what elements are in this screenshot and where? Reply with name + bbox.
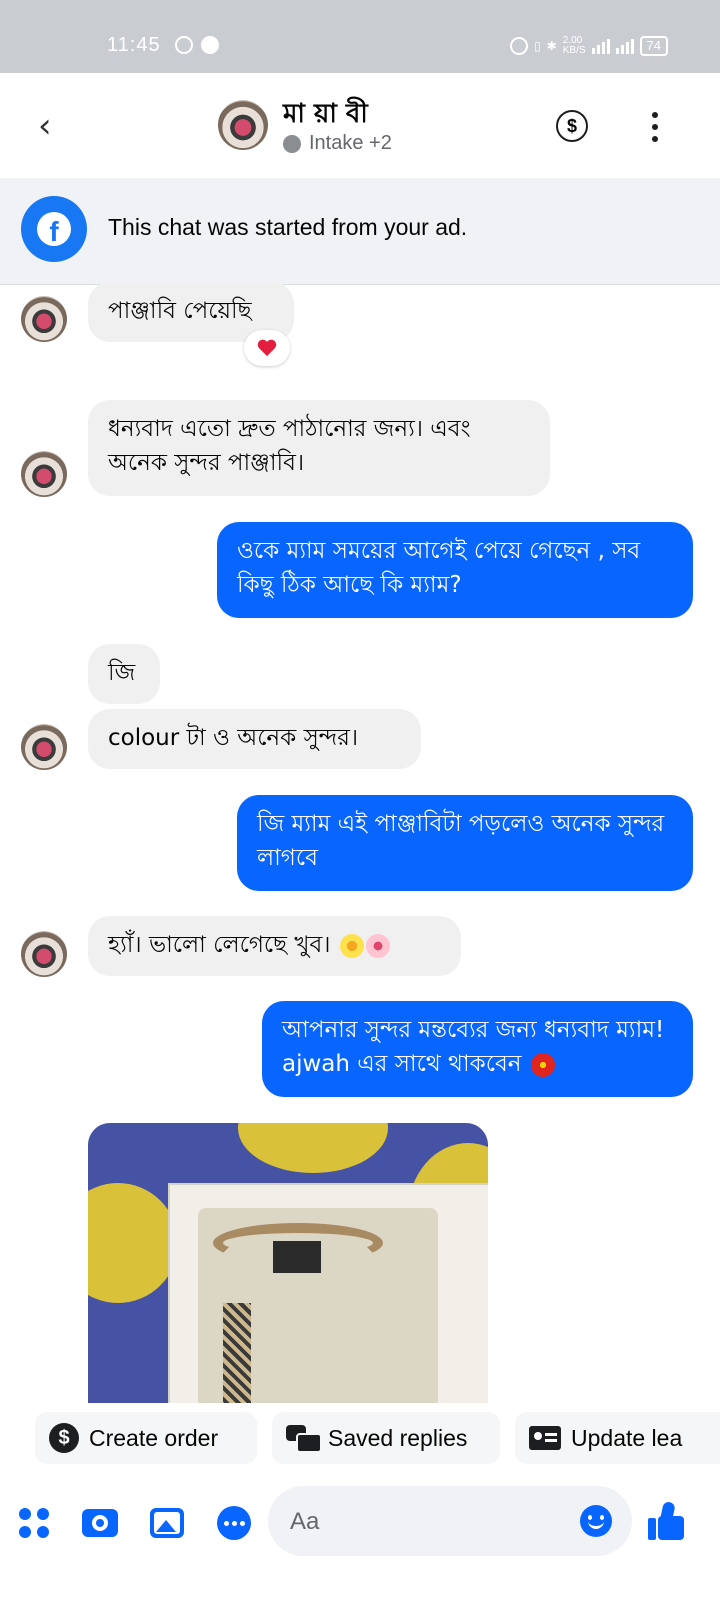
back-button[interactable]: ‹ — [38, 109, 52, 143]
apps-menu-icon[interactable] — [16, 1505, 52, 1541]
incoming-message[interactable]: জি — [88, 644, 160, 704]
heart-reaction[interactable] — [244, 330, 290, 366]
message-text: colour টা ও অনেক সুন্দর। — [108, 725, 359, 751]
message-field[interactable] — [268, 1486, 632, 1558]
embroidered-placket — [223, 1303, 251, 1403]
chat-bubble-icon[interactable] — [216, 1505, 252, 1541]
sync-icon — [175, 36, 193, 54]
battery-icon: 74 — [639, 36, 668, 56]
signal-icon-1 — [591, 38, 610, 54]
saved-replies-button[interactable]: Saved replies — [272, 1412, 500, 1464]
heart-icon — [258, 340, 276, 356]
hibiscus-emoji-icon — [530, 1052, 555, 1077]
gallery-icon[interactable] — [149, 1505, 185, 1541]
sender-avatar[interactable] — [21, 451, 67, 497]
network-speed: 2.00 KB/S — [562, 35, 586, 56]
payment-button[interactable]: $ — [556, 110, 588, 142]
vibrate-icon: ▯ — [534, 39, 541, 53]
messenger-icon — [201, 36, 219, 54]
status-notification-icons — [175, 36, 219, 54]
update-lead-button[interactable]: Update lea — [515, 1412, 720, 1464]
outgoing-message[interactable]: ওকে ম্যাম সময়ের আগেই পেয়ে গেছেন , সব ক… — [217, 522, 693, 618]
message-text: ধন্যবাদ এতো দ্রুত পাঠানোর জন্য। এবং অনেক… — [108, 416, 471, 476]
message-text: জি ম্যাম এই পাঞ্জাবিটা পড়লেও অনেক সুন্দ… — [257, 811, 665, 871]
chip-label: Saved replies — [328, 1424, 468, 1451]
status-time: 11:45 — [107, 34, 161, 56]
outgoing-message[interactable]: আপনার সুন্দর মন্তব্যের জন্য ধন্যবাদ ম্যা… — [262, 1001, 693, 1097]
message-text: হ্যাঁ। ভালো লেগেছে খুব। — [108, 932, 331, 958]
cherry-blossom-emoji-icon — [365, 933, 390, 958]
emoji-icon[interactable] — [580, 1505, 612, 1537]
fabric-pattern — [238, 1123, 388, 1173]
message-text: আপনার সুন্দর মন্তব্যের জন্য ধন্যবাদ ম্যা… — [282, 1017, 665, 1077]
dollar-icon: $ — [49, 1423, 79, 1453]
message-input[interactable] — [288, 1486, 562, 1558]
facebook-logo-icon: f — [21, 196, 87, 262]
sender-avatar[interactable] — [21, 724, 67, 770]
contact-status[interactable]: Intake +2 — [283, 132, 392, 155]
message-text: ওকে ম্যাম সময়ের আগেই পেয়ে গেছেন , সব ক… — [237, 538, 641, 598]
fabric-pattern — [88, 1183, 178, 1303]
sender-avatar[interactable] — [21, 296, 67, 342]
outgoing-message[interactable]: জি ম্যাম এই পাঞ্জাবিটা পড়লেও অনেক সুন্দ… — [237, 795, 693, 891]
chip-label: Update lea — [571, 1424, 683, 1451]
incoming-message[interactable]: হ্যাঁ। ভালো লেগেছে খুব। — [88, 916, 461, 976]
message-text: পাঞ্জাবি পেয়েছি — [108, 298, 252, 324]
saved-replies-icon — [286, 1425, 322, 1453]
photo-message[interactable] — [88, 1123, 488, 1403]
bluetooth-icon: ✱ — [546, 39, 557, 53]
create-order-button[interactable]: $ Create order — [35, 1412, 257, 1464]
alarm-icon — [510, 37, 529, 55]
message-text: জি — [108, 660, 136, 686]
contact-name[interactable]: মা য়া বী — [283, 93, 368, 137]
status-dot-icon — [283, 134, 301, 153]
chip-label: Create order — [89, 1424, 219, 1451]
more-options-button[interactable] — [650, 112, 660, 142]
incoming-message[interactable]: colour টা ও অনেক সুন্দর। — [88, 709, 421, 769]
thumbs-up-icon[interactable] — [648, 1500, 684, 1540]
status-bar: 11:45 ▯ ✱ 2.00 KB/S 74 — [0, 0, 720, 73]
status-right-icons: ▯ ✱ 2.00 KB/S 74 — [510, 36, 668, 56]
signal-icon-2 — [615, 38, 634, 54]
brand-label — [273, 1241, 321, 1273]
blossom-emoji-icon — [339, 933, 364, 958]
ad-banner-text: This chat was started from your ad. — [108, 214, 468, 240]
camera-icon[interactable] — [82, 1505, 118, 1541]
incoming-message[interactable]: ধন্যবাদ এতো দ্রুত পাঠানোর জন্য। এবং অনেক… — [88, 400, 550, 496]
contact-card-icon — [529, 1426, 561, 1450]
sender-avatar[interactable] — [21, 931, 67, 977]
contact-avatar[interactable] — [218, 100, 268, 150]
contact-subtitle: Intake +2 — [309, 132, 392, 154]
